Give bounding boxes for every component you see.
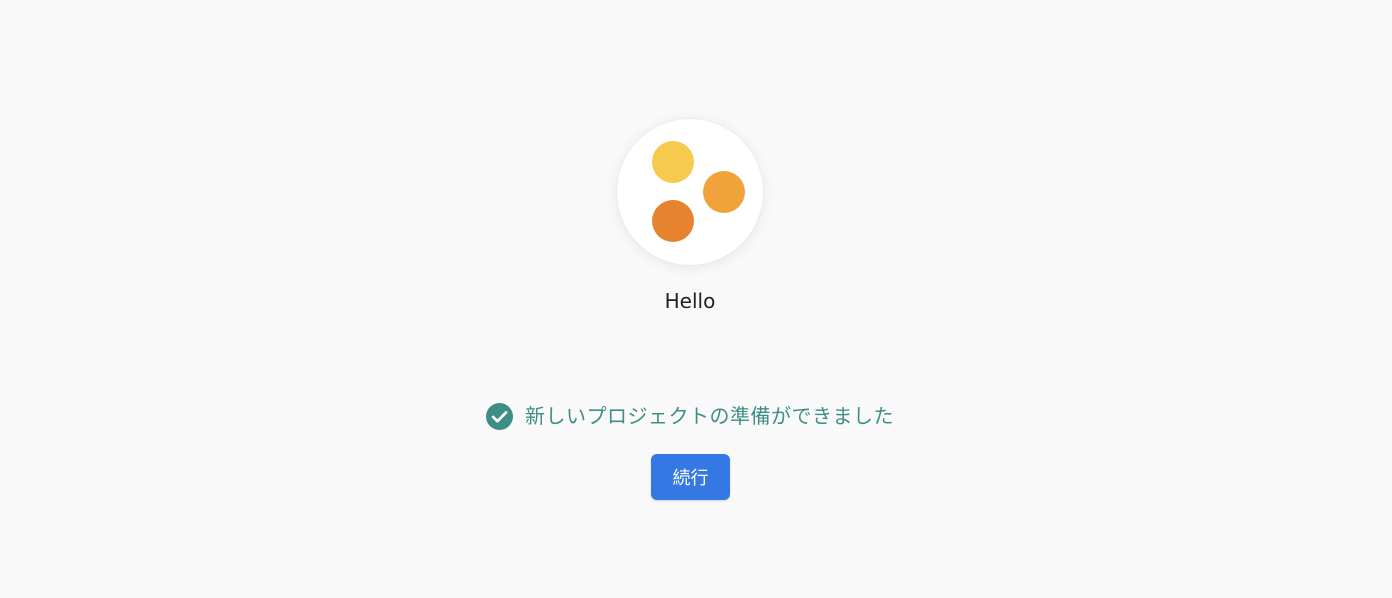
project-ready-screen: Hello 新しいプロジェクトの準備ができました 続行 (0, 0, 1392, 598)
logo-dot-dark-orange (652, 200, 694, 242)
status-text: 新しいプロジェクトの準備ができました (525, 404, 894, 428)
logo-dot-yellow (652, 141, 694, 183)
status-message: 新しいプロジェクトの準備ができました (0, 402, 1380, 430)
project-logo (617, 119, 763, 265)
check-circle-icon (486, 402, 513, 430)
logo-dot-orange (703, 171, 745, 213)
project-name: Hello (664, 289, 716, 313)
continue-button[interactable]: 続行 (651, 454, 730, 500)
